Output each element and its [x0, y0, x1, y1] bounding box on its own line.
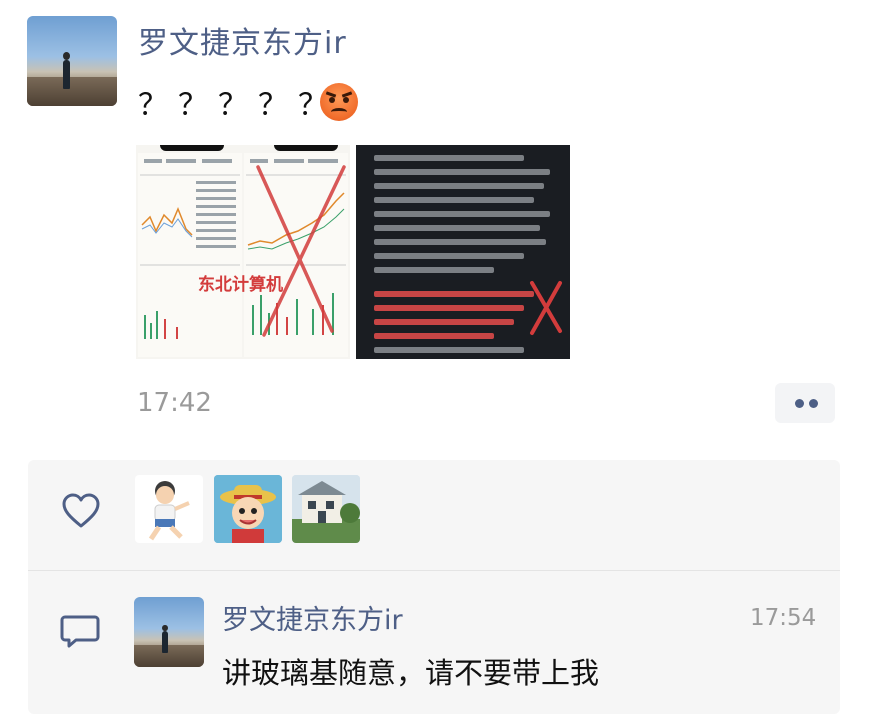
heart-icon — [62, 493, 100, 528]
likes-row — [28, 460, 840, 570]
divider — [28, 570, 840, 571]
photo-caption: 东北计算机 — [198, 275, 283, 295]
like-avatar-straw-hat[interactable] — [214, 475, 282, 543]
post-photo-text-screenshot[interactable] — [356, 145, 570, 359]
more-dots-icon — [795, 399, 804, 408]
more-dot — [809, 399, 818, 408]
angry-face-emoji — [320, 83, 358, 121]
comment-timestamp: 17:54 — [750, 605, 817, 631]
more-options-button[interactable] — [775, 383, 835, 423]
author-avatar[interactable] — [27, 16, 117, 106]
stock-chart-graphic — [138, 153, 348, 357]
post-timestamp: 17:42 — [137, 388, 212, 418]
comment-icon — [60, 615, 100, 648]
comment-author-name[interactable]: 罗文捷京东方ir — [222, 598, 403, 637]
interaction-panel: 罗文捷京东方ir 17:54 讲玻璃基随意，请不要带上我 — [28, 460, 840, 714]
like-avatar-house[interactable] — [292, 475, 360, 543]
post-photo-stock-chart[interactable]: 东北计算机 — [136, 145, 350, 359]
author-name[interactable]: 罗文捷京东方ir — [138, 18, 347, 62]
post-text: ？？？？？ — [138, 88, 338, 123]
cross-mark-icon — [530, 281, 562, 335]
like-avatar-cartoon-boy[interactable] — [135, 475, 203, 543]
comment-text[interactable]: 讲玻璃基随意，请不要带上我 — [222, 650, 599, 692]
comment-author-avatar[interactable] — [134, 597, 204, 667]
